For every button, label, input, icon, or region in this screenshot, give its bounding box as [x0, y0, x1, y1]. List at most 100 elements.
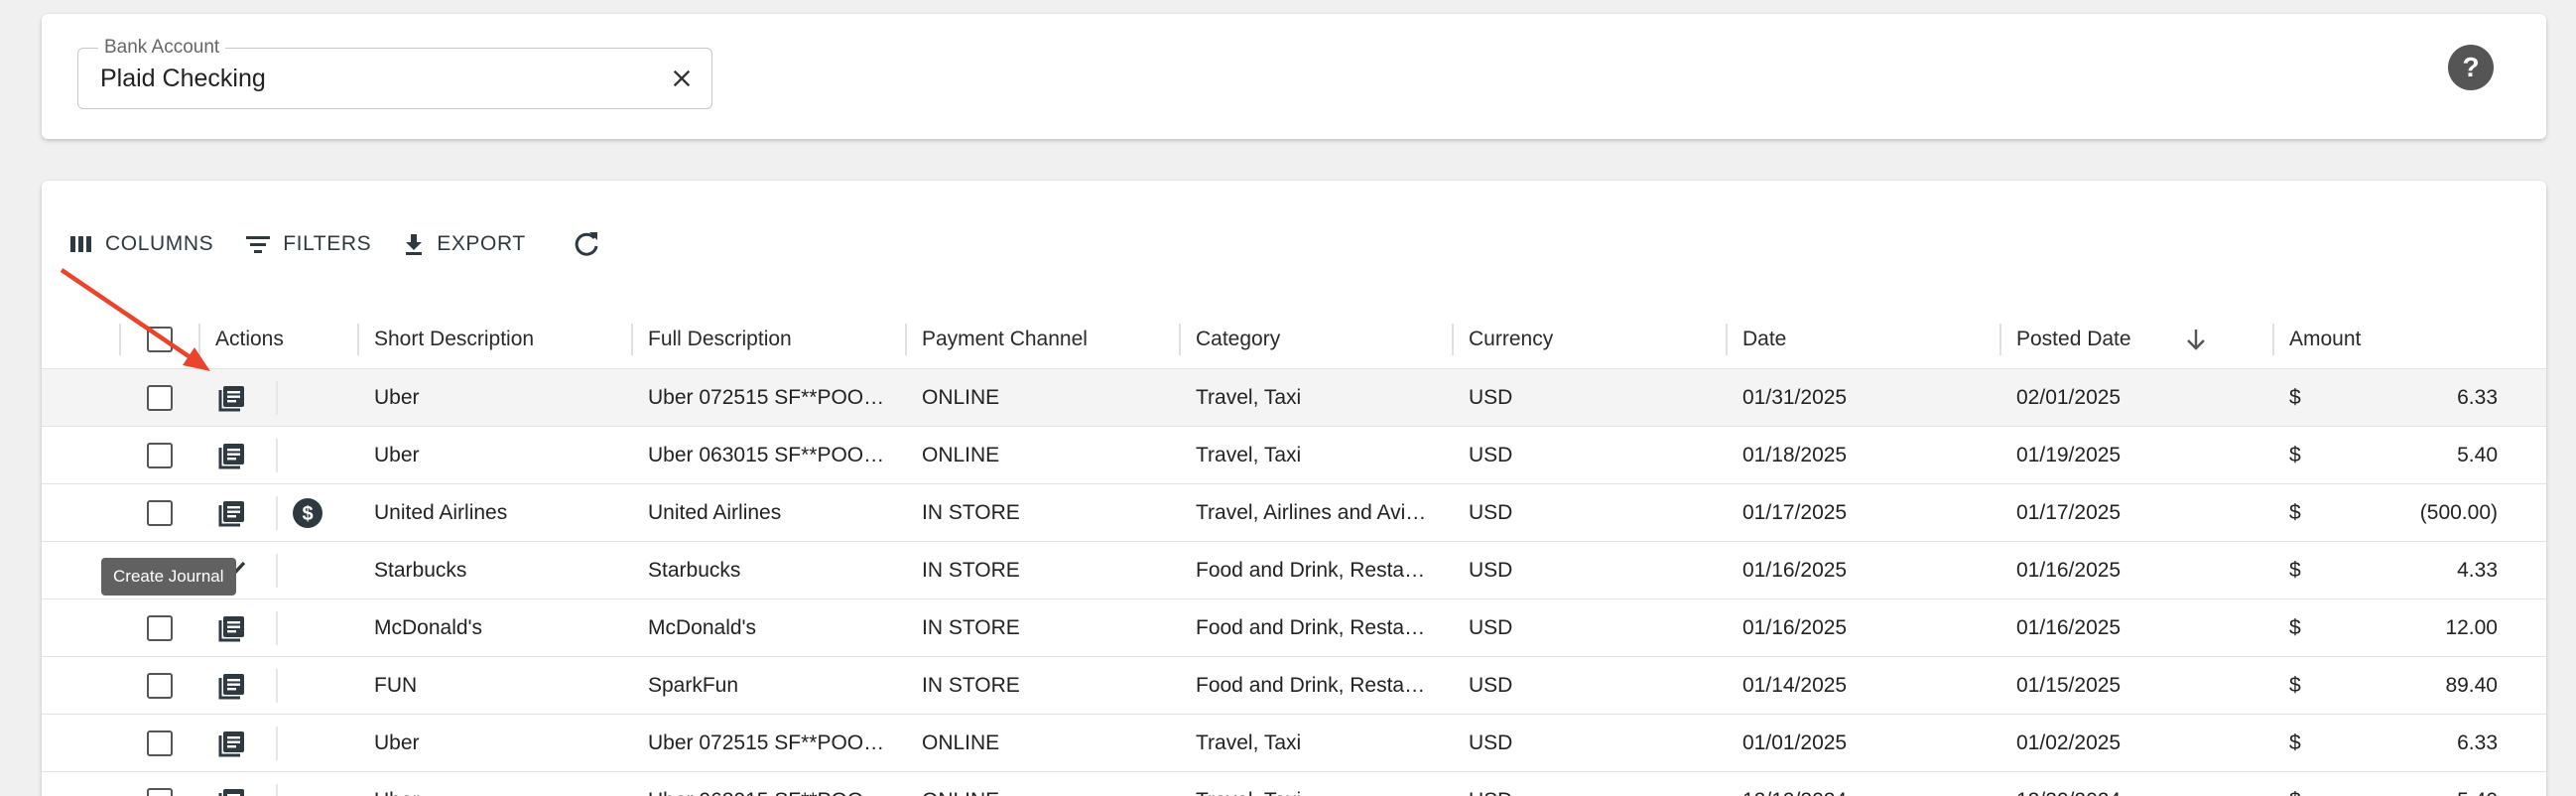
bank-account-select[interactable]: Bank Account Plaid Checking [77, 37, 712, 109]
currency-symbol-cell: $ [2289, 772, 2329, 796]
currency-symbol-cell: $ [2289, 731, 2301, 754]
date-cell: 01/16/2025 [1742, 559, 1848, 582]
date-cell: 12/19/2024 [1742, 772, 1991, 796]
category-cell: Travel, Taxi [1196, 386, 1302, 409]
payment-channel-cell: IN STORE [922, 674, 1020, 697]
category-cell: Food and Drink, Resta… [1196, 674, 1426, 697]
currency-cell: USD [1469, 559, 1513, 582]
refresh-icon[interactable] [572, 229, 601, 259]
grid-header: Actions Short Description Full Descripti… [42, 310, 2546, 369]
action-cell [215, 772, 249, 796]
row-checkbox[interactable] [147, 615, 173, 641]
posted-date-cell: 01/16/2025 [2016, 616, 2122, 639]
filters-button[interactable]: FILTERS [245, 232, 371, 256]
table-row[interactable]: Uber Uber 063015 SF**POO… ONLINE Travel, Ta… [42, 772, 2546, 796]
column-separator [357, 324, 359, 355]
short-description-cell: United Airlines [374, 501, 508, 524]
payment-channel-cell: IN STORE [922, 559, 1020, 582]
amount-cell: 6.33 [2457, 386, 2498, 409]
row-checkbox[interactable] [147, 730, 173, 756]
journal-icon[interactable] [215, 611, 249, 645]
action-divider [276, 496, 278, 530]
header-currency[interactable]: Currency [1469, 310, 1553, 369]
date-cell: 01/14/2025 [1742, 674, 1848, 697]
table-row[interactable]: Starbucks Starbucks IN STORE Food and Drink… [42, 542, 2546, 599]
export-label: EXPORT [437, 232, 526, 255]
currency-symbol-cell: $ [2289, 444, 2301, 466]
table-row[interactable]: Uber Uber 063015 SF**POO… ONLINE Travel, Ta… [42, 427, 2546, 484]
journal-icon[interactable] [215, 784, 249, 796]
action-divider [276, 439, 278, 472]
full-description-cell: Uber 063015 SF**POO… [648, 772, 896, 796]
row-checkbox[interactable] [147, 443, 173, 468]
header-date[interactable]: Date [1742, 310, 1786, 369]
row-checkbox[interactable] [147, 500, 173, 526]
filters-label: FILTERS [283, 232, 372, 255]
header-payment-channel[interactable]: Payment Channel [922, 310, 1088, 369]
header-actions[interactable]: Actions [215, 310, 284, 369]
journal-icon[interactable] [215, 381, 249, 415]
header-category[interactable]: Category [1196, 310, 1280, 369]
column-separator [1726, 324, 1728, 355]
currency-cell: USD [1469, 731, 1513, 754]
column-separator [1452, 324, 1454, 355]
action-divider [276, 669, 278, 703]
row-checkbox-cell [147, 715, 173, 772]
currency-cell: USD [1469, 501, 1513, 524]
column-separator [119, 324, 121, 355]
header-short-description[interactable]: Short Description [374, 310, 534, 369]
column-separator [198, 324, 200, 355]
header-full-description[interactable]: Full Description [648, 310, 792, 369]
select-all-checkbox[interactable] [147, 327, 173, 352]
table-row[interactable]: Uber Uber 072515 SF**POO… ONLINE Travel, Ta… [42, 715, 2546, 772]
amount-cell: 89.40 [2445, 674, 2498, 697]
bank-account-value: Plaid Checking [100, 65, 266, 92]
row-checkbox-cell [147, 599, 173, 657]
table-row[interactable]: FUN SparkFun IN STORE Food and Drink, Resta… [42, 657, 2546, 715]
header-amount[interactable]: Amount [2289, 310, 2361, 369]
header-posted-date[interactable]: Posted Date [2016, 310, 2131, 369]
full-description-cell: United Airlines [648, 501, 782, 524]
amount-cell: 5.40 [2329, 772, 2498, 796]
posted-date-cell: 12/20/2024 [2016, 772, 2264, 796]
export-button[interactable]: EXPORT [403, 232, 526, 256]
action-divider [276, 381, 278, 415]
category-cell: Food and Drink, Resta… [1196, 559, 1426, 582]
row-checkbox[interactable] [147, 788, 173, 796]
clear-icon[interactable] [666, 63, 698, 94]
full-description-cell: SparkFun [648, 674, 739, 697]
payment-channel-cell: ONLINE [922, 772, 1170, 796]
action-cell [215, 657, 249, 715]
sort-arrow-down-icon[interactable] [2185, 310, 2207, 369]
action-cell [215, 484, 249, 542]
journal-icon[interactable] [215, 439, 249, 472]
amount-cell: 12.00 [2445, 616, 2498, 639]
transactions-grid: COLUMNS FILTERS EXPORT Actions Short Des… [42, 181, 2546, 796]
journal-icon[interactable] [215, 669, 249, 703]
journal-icon[interactable] [215, 496, 249, 530]
row-checkbox[interactable] [147, 673, 173, 699]
currency-symbol-cell: $ [2289, 386, 2301, 409]
column-separator [1179, 324, 1181, 355]
column-separator [2272, 324, 2274, 355]
table-row[interactable]: Uber Uber 072515 SF**POO… ONLINE Travel, Ta… [42, 369, 2546, 427]
action-cell [215, 599, 249, 657]
short-description-cell: Uber [374, 772, 622, 796]
row-checkbox[interactable] [147, 385, 173, 411]
full-description-cell: McDonald's [648, 616, 757, 639]
bank-account-label: Bank Account [98, 37, 226, 59]
currency-symbol-cell: $ [2289, 674, 2301, 697]
filter-icon [246, 236, 271, 253]
full-description-cell: Uber 072515 SF**POO… [648, 386, 885, 409]
dollar-icon[interactable]: $ [291, 496, 324, 530]
action-divider [276, 727, 278, 760]
columns-button[interactable]: COLUMNS [69, 232, 213, 256]
select-all-checkbox-cell [147, 310, 173, 369]
help-icon[interactable]: ? [2447, 44, 2495, 91]
table-row[interactable]: McDonald's McDonald's IN STORE Food and Dri… [42, 599, 2546, 657]
journal-icon[interactable] [215, 727, 249, 760]
row-checkbox-cell [147, 772, 173, 796]
table-row[interactable]: $ United Airlines United Airlines IN STORE T… [42, 484, 2546, 542]
posted-date-cell: 01/15/2025 [2016, 674, 2122, 697]
action-cell [215, 715, 249, 772]
